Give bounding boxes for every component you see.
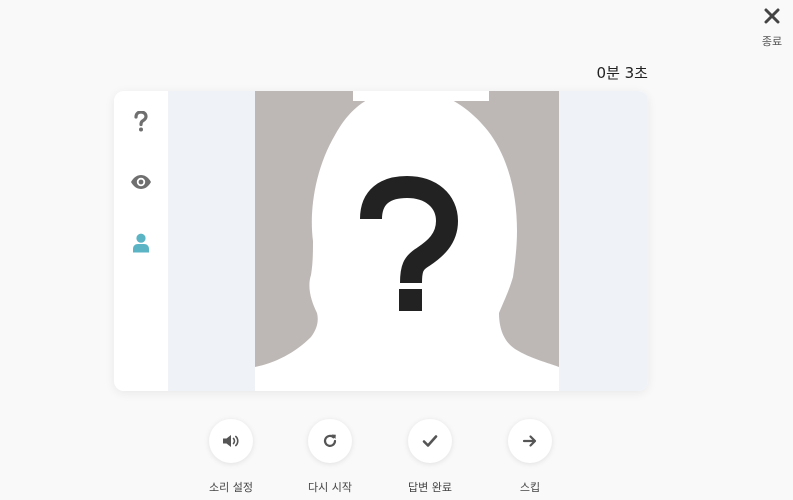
sound-settings-circle — [209, 419, 253, 463]
mystery-person-image — [255, 91, 559, 391]
sidebar-item-view[interactable] — [129, 170, 153, 194]
user-icon — [133, 233, 149, 253]
skip-label: 스킵 — [519, 481, 541, 494]
quiz-card — [114, 91, 648, 391]
question-stage — [168, 91, 648, 391]
speaker-icon — [223, 435, 239, 447]
skip-circle — [508, 419, 552, 463]
silhouette-question-image — [255, 91, 559, 391]
timer-display: 0분 3초 — [596, 64, 648, 82]
submit-answer-button[interactable]: 답변 완료 — [390, 419, 470, 495]
eye-icon — [131, 175, 151, 189]
restart-label: 다시 시작 — [308, 481, 352, 494]
close-label: 종료 — [761, 35, 783, 48]
arrow-right-icon — [522, 435, 537, 447]
close-button[interactable]: 종료 — [752, 4, 792, 50]
close-icon — [764, 8, 780, 24]
refresh-icon — [323, 434, 337, 447]
restart-circle — [308, 419, 352, 463]
submit-answer-circle — [408, 419, 452, 463]
sound-settings-label: 소리 설정 — [209, 481, 253, 494]
question-icon — [134, 111, 148, 132]
sidebar-item-help[interactable] — [129, 110, 153, 134]
quiz-page: 종료 0분 3초 소리 설정 다시 시작 답변 완료 스킵 — [0, 0, 793, 500]
skip-button[interactable]: 스킵 — [490, 419, 570, 495]
sound-settings-button[interactable]: 소리 설정 — [191, 419, 271, 495]
submit-answer-label: 답변 완료 — [408, 481, 452, 494]
check-icon — [422, 435, 438, 447]
sidebar-item-profile[interactable] — [129, 231, 153, 255]
restart-button[interactable]: 다시 시작 — [290, 419, 370, 495]
card-sidebar — [114, 91, 168, 391]
